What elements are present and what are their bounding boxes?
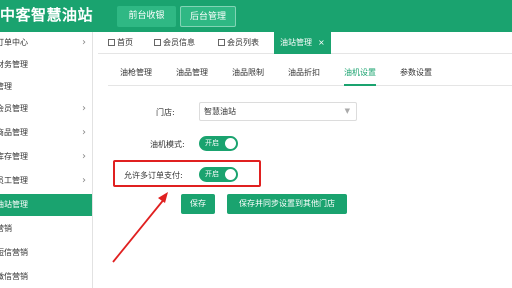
chevron-right-icon: ›	[82, 175, 86, 186]
machine-mode-toggle[interactable]: 开启	[199, 136, 238, 151]
save-button[interactable]: 保存	[181, 194, 215, 214]
nav-backend-management[interactable]: 后台管理	[180, 6, 236, 27]
chevron-right-icon: ›	[82, 127, 86, 138]
sidebar-item-station[interactable]: 油站管理	[0, 194, 92, 216]
tab-home[interactable]: 首页	[108, 32, 133, 54]
store-select[interactable]: 智慧油站 ▼	[199, 102, 357, 121]
sidebar-item-wechat-marketing[interactable]: 微信营销	[0, 266, 92, 288]
sub-tabs: 油枪管理 油品管理 油品限制 油品折扣 油机设置 参数设置	[108, 62, 512, 86]
subtab-oil-limit[interactable]: 油品限制	[232, 62, 264, 86]
app-logo: 中客智慧油站	[0, 6, 94, 24]
chevron-right-icon: ›	[82, 103, 86, 114]
sidebar-item-marketing[interactable]: 营销	[0, 218, 92, 240]
sidebar-item-label: 商品管理	[0, 128, 28, 137]
sidebar-item-orders[interactable]: 订单中心 ›	[0, 32, 92, 54]
tab-member-list[interactable]: 会员列表	[218, 32, 259, 54]
tab-label: 首页	[117, 38, 133, 47]
subtab-machine-settings[interactable]: 油机设置	[344, 62, 376, 86]
tab-label: 会员信息	[163, 38, 195, 47]
close-icon[interactable]: ×	[318, 38, 325, 47]
subtab-oil-management[interactable]: 油品管理	[176, 62, 208, 86]
sidebar-item-label: 财务管理	[0, 60, 28, 69]
sidebar-item-label: 短信营销	[0, 248, 28, 257]
chevron-down-icon: ▼	[344, 107, 350, 115]
sidebar-item-label: 微信营销	[0, 272, 28, 281]
subtab-nozzle-management[interactable]: 油枪管理	[120, 62, 152, 86]
chevron-right-icon: ›	[82, 37, 86, 48]
subtab-oil-discount[interactable]: 油品折扣	[288, 62, 320, 86]
toggle-knob	[225, 138, 236, 149]
sidebar-item-label: 员工管理	[0, 176, 28, 185]
tab-label: 会员列表	[227, 38, 259, 47]
sidebar-item-label: 订单中心	[0, 38, 28, 47]
sidebar-item-label: 会员管理	[0, 104, 28, 113]
save-and-sync-button[interactable]: 保存并同步设置到其他门店	[227, 194, 347, 214]
sidebar-item-products[interactable]: 商品管理 ›	[0, 122, 92, 144]
document-icon	[154, 39, 161, 46]
nav-front-cashier[interactable]: 前台收银	[117, 6, 176, 27]
sidebar-item-staff[interactable]: 员工管理 ›	[0, 170, 92, 192]
page-tabs: 首页 会员信息 会员列表 油站管理 ×	[98, 32, 512, 54]
highlight-box	[113, 160, 261, 187]
sidebar-item-finance[interactable]: 财务管理	[0, 54, 92, 76]
sidebar-item-label: 管理	[0, 82, 12, 91]
document-icon	[218, 39, 225, 46]
subtab-parameter-settings[interactable]: 参数设置	[400, 62, 432, 86]
tab-member-info[interactable]: 会员信息	[154, 32, 195, 54]
tab-station-management[interactable]: 油站管理 ×	[274, 32, 331, 54]
tab-label: 油站管理	[280, 38, 312, 47]
sidebar-item-label: 营销	[0, 224, 12, 233]
sidebar-item-members[interactable]: 会员管理 ›	[0, 98, 92, 120]
sidebar-item-inventory[interactable]: 库存管理 ›	[0, 146, 92, 168]
store-label: 门店:	[156, 108, 175, 117]
toggle-label: 开启	[205, 139, 219, 147]
sidebar-item-sms-marketing[interactable]: 短信营销	[0, 242, 92, 264]
sidebar-item-label: 库存管理	[0, 152, 28, 161]
machine-mode-label: 油机模式:	[150, 140, 185, 149]
store-select-value: 智慧油站	[204, 107, 236, 116]
chevron-right-icon: ›	[82, 151, 86, 162]
top-bar: 中客智慧油站 前台收银 后台管理	[0, 0, 512, 32]
sidebar-item-management[interactable]: 管理	[0, 76, 92, 98]
sidebar-item-label: 油站管理	[0, 200, 28, 209]
sidebar: 订单中心 › 财务管理 管理 会员管理 › 商品管理 › 库存管理 › 员工管理…	[0, 32, 93, 288]
home-icon	[108, 39, 115, 46]
